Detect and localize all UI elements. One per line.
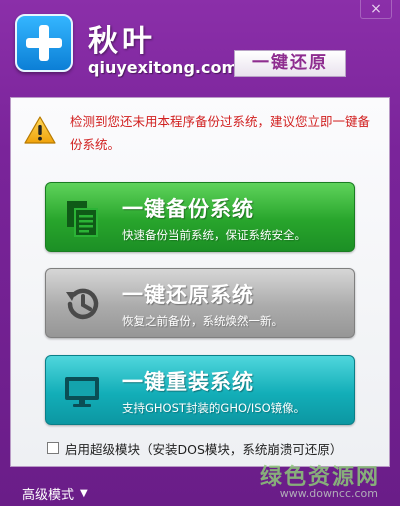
warning-triangle-icon [24, 116, 56, 144]
warning-text: 检测到您还未用本程序备份过系统，建议您立即一键备份系统。 [70, 114, 371, 152]
advanced-mode-label: 高级模式 [22, 488, 75, 503]
app-window: 秋叶 qiuyexitong.com 一键还原 × 检测到您还未用本程序备份过系… [0, 0, 400, 506]
reinstall-system-button[interactable]: 一键重装系统 支持GHOST封装的GHO/ISO镜像。 [45, 355, 355, 425]
footer: 高级模式 ▼ 绿色资源网 www.downcc.com [0, 465, 400, 506]
app-logo-plus-icon [15, 14, 73, 72]
header: 秋叶 qiuyexitong.com 一键还原 × [0, 0, 400, 95]
brand-name-cn: 秋叶 [88, 24, 156, 59]
super-mode-option[interactable]: 启用超级模块（安装DOS模块，系统崩溃可还原） [47, 439, 342, 457]
watermark-url: www.downcc.com [279, 487, 378, 500]
reinstall-subtitle: 支持GHOST封装的GHO/ISO镜像。 [122, 401, 306, 415]
backup-title: 一键备份系统 [122, 197, 254, 221]
brand-domain: qiuyexitong.com [88, 58, 239, 77]
backup-system-button[interactable]: 一键备份系统 快速备份当前系统，保证系统安全。 [45, 182, 355, 252]
document-copy-icon [67, 201, 98, 237]
backup-subtitle: 快速备份当前系统，保证系统安全。 [122, 228, 306, 242]
warning-message: 检测到您还未用本程序备份过系统，建议您立即一键备份系统。 [24, 110, 379, 162]
restore-subtitle: 恢复之前备份，系统焕然一新。 [122, 314, 283, 328]
super-mode-label: 启用超级模块（安装DOS模块，系统崩溃可还原） [65, 441, 343, 457]
close-button[interactable]: × [360, 0, 392, 19]
restore-title: 一键还原系统 [122, 283, 254, 307]
super-mode-checkbox[interactable] [47, 442, 59, 454]
restore-system-button[interactable]: 一键还原系统 恢复之前备份，系统焕然一新。 [45, 268, 355, 338]
restore-badge: 一键还原 [234, 50, 346, 77]
reinstall-title: 一键重装系统 [122, 370, 254, 394]
caret-down-icon: ▼ [80, 488, 88, 499]
history-clock-icon [66, 288, 99, 320]
monitor-icon [65, 377, 99, 407]
plus-vertical [39, 25, 49, 61]
advanced-mode-menu[interactable]: 高级模式 ▼ [22, 484, 88, 503]
main-panel: 检测到您还未用本程序备份过系统，建议您立即一键备份系统。 一键备份系统 快速备份… [10, 97, 390, 467]
